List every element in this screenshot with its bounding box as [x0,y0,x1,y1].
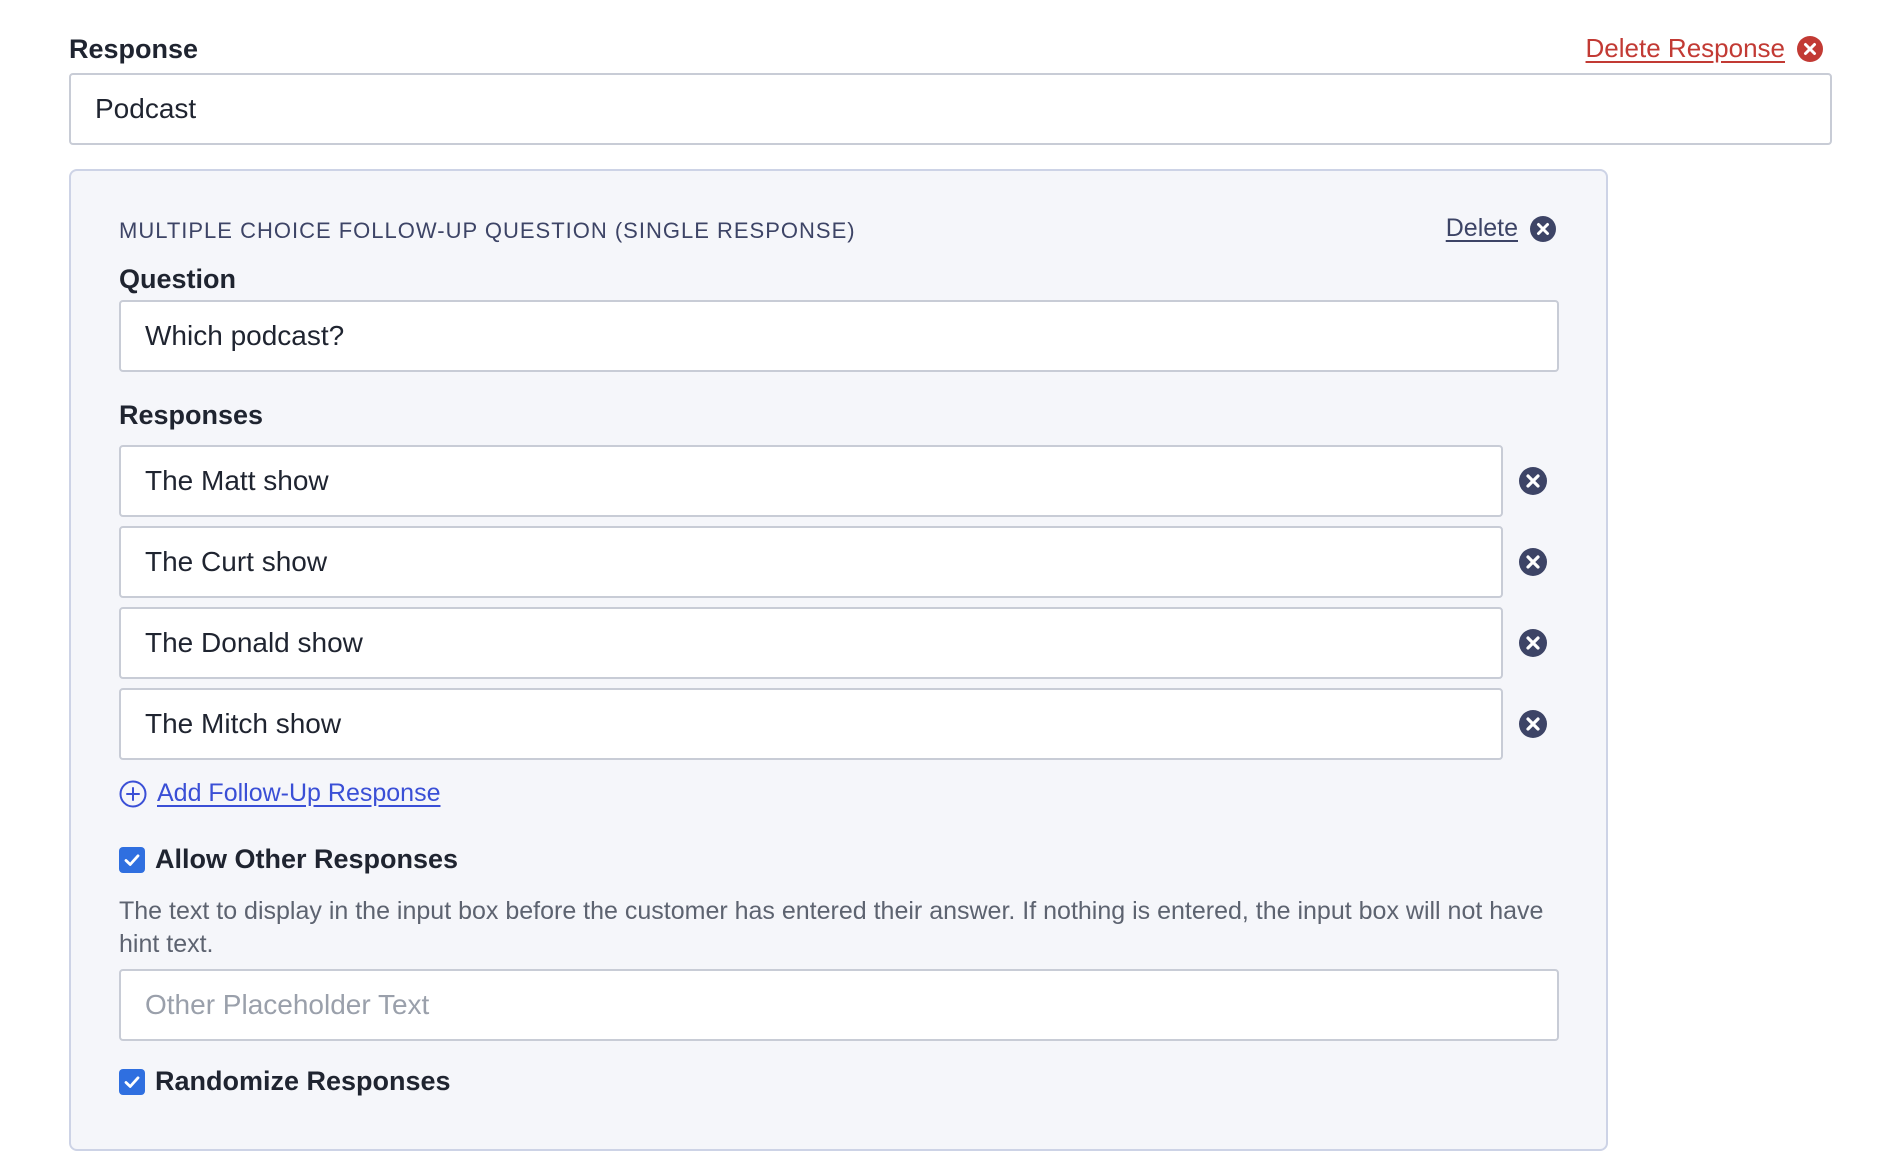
remove-response-icon[interactable] [1517,627,1549,659]
question-label: Question [119,264,237,294]
responses-label: Responses [119,400,264,430]
followup-question-panel: MULTIPLE CHOICE FOLLOW-UP QUESTION (SING… [69,169,1608,1151]
plus-circle-icon [119,780,147,808]
delete-response-label: Delete Response [1585,33,1785,63]
remove-response-icon[interactable] [1517,465,1549,497]
close-circle-icon[interactable] [1530,215,1556,242]
randomize-checkbox-row[interactable]: Randomize Responses [119,1066,451,1097]
question-input[interactable] [119,300,1559,372]
checkmark-icon [124,853,140,866]
delete-followup-link[interactable]: Delete [1446,214,1556,243]
remove-response-icon[interactable] [1517,708,1549,740]
close-circle-icon[interactable] [1797,35,1823,62]
response-row [119,445,1549,517]
delete-response-link[interactable]: Delete Response [1586,33,1823,64]
checkmark-icon [124,1075,140,1088]
allow-other-checkbox-row[interactable]: Allow Other Responses [119,844,458,875]
response-option-input[interactable] [119,526,1503,598]
response-row [119,526,1549,598]
response-row [119,688,1549,760]
allow-other-checkbox[interactable] [119,846,145,873]
response-label: Response [69,34,199,64]
add-followup-response-link[interactable]: Add Follow-Up Response [119,779,440,808]
response-option-input[interactable] [119,688,1503,760]
response-input[interactable] [69,73,1832,145]
remove-response-icon[interactable] [1517,546,1549,578]
other-placeholder-input[interactable] [119,969,1559,1041]
response-editor: Response Delete Response MULTIPLE CHOICE… [0,0,1878,1176]
delete-followup-label: Delete [1445,214,1518,242]
randomize-checkbox[interactable] [119,1068,145,1095]
followup-heading: MULTIPLE CHOICE FOLLOW-UP QUESTION (SING… [119,218,856,243]
response-row [119,607,1549,679]
other-help-text: The text to display in the input box bef… [119,897,1544,958]
add-followup-label: Add Follow-Up Response [157,779,441,807]
randomize-label: Randomize Responses [155,1066,451,1096]
response-option-input[interactable] [119,445,1503,517]
allow-other-label: Allow Other Responses [155,844,459,874]
response-option-input[interactable] [119,607,1503,679]
